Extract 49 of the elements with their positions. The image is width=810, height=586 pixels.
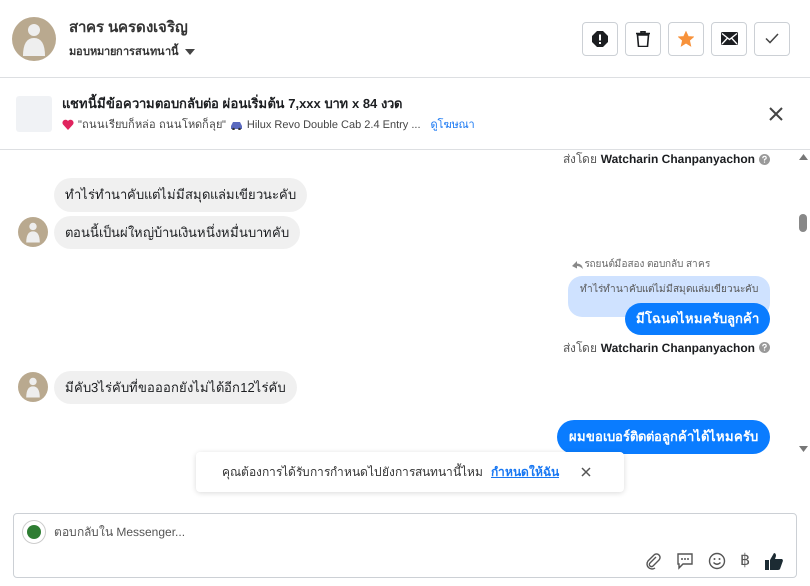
paperclip-icon[interactable]	[644, 552, 662, 570]
chat-bubble-icon[interactable]	[676, 552, 694, 570]
reply-field[interactable]: ตอบกลับใน Messenger... ฿	[13, 513, 797, 578]
view-ad-link[interactable]: ดูโฆษณา	[430, 116, 475, 133]
reply-label: รถยนต์มือสอง ตอบกลับ สาคร	[584, 257, 710, 272]
caret-icon	[185, 48, 195, 55]
star-button[interactable]	[668, 22, 704, 56]
message-bubble: ทำไร่ทำนาคับแต่ไม่มีสมุดแล่มเขียวนะคับ	[54, 178, 307, 212]
prompt-text: คุณต้องการได้รับการกำหนดไปยังการสนทนานี้ไหม	[222, 463, 483, 481]
sender-name: Watcharin Chanpanyachon	[600, 151, 755, 168]
done-button[interactable]	[754, 22, 790, 56]
assign-dropdown[interactable]: มอบหมายการสนทนานี้	[69, 44, 195, 60]
check-icon	[765, 33, 779, 44]
heart-icon	[62, 119, 74, 130]
close-icon	[581, 467, 591, 477]
contact-name: สาคร นครดงเจริญ	[69, 18, 190, 38]
close-icon	[769, 106, 783, 120]
help-icon	[759, 342, 770, 353]
close-button[interactable]	[581, 467, 591, 477]
sent-by-label: ส่งโดย	[562, 151, 597, 168]
scrollbar-thumb[interactable]	[799, 214, 807, 232]
person-silhouette-icon	[25, 221, 41, 244]
sender-name: Watcharin Chanpanyachon	[600, 340, 755, 356]
reply-arrow-icon	[572, 260, 584, 269]
message-bubble: มีคับ3ไร่คับที่ขอออกยังไม่ได้อีก12ไร่คับ	[54, 370, 297, 404]
ad-title: แชทนี้มีข้อความตอบกลับต่อ ผ่อนเริ่มต้น 7,xxx บาท x 84 งวด	[62, 94, 475, 114]
help-icon	[759, 154, 770, 164]
thumbs-up-icon[interactable]	[764, 551, 784, 571]
alert-icon	[592, 30, 608, 46]
delete-button[interactable]	[625, 22, 661, 56]
message-bubble: ผมขอเบอร์ติดต่อลูกค้าได้ไหมครับ	[557, 420, 770, 454]
mark-unread-button[interactable]	[711, 22, 747, 56]
mail-icon	[720, 32, 738, 45]
ad-caption: "ถนนเรียบก็หล่อ ถนนโหดก็ลุย"	[78, 116, 226, 133]
trash-icon	[636, 30, 650, 46]
scroll-up-icon	[798, 154, 808, 160]
assign-to-me-link[interactable]: กำหนดให้ฉัน	[491, 463, 559, 481]
smiley-icon[interactable]	[708, 552, 726, 570]
page-logo-icon	[22, 520, 46, 544]
person-silhouette-icon	[21, 22, 47, 56]
sent-by-label: ส่งโดย	[562, 340, 597, 356]
scroll-down-icon	[798, 446, 808, 452]
vehicle-name: Hilux Revo Double Cab 2.4 Entry ...	[246, 118, 421, 132]
car-icon	[230, 120, 243, 130]
message-bubble: ตอนนี้เป็นผ่ใหญ่บ้านเงินหนึ่งหมื่นบาทคับ	[54, 216, 300, 249]
message-bubble: มีโฉนดไหมครับลูกค้า	[625, 303, 770, 334]
payment-button[interactable]: ฿	[740, 553, 750, 569]
person-silhouette-icon	[25, 376, 41, 398]
report-button[interactable]	[582, 22, 618, 56]
